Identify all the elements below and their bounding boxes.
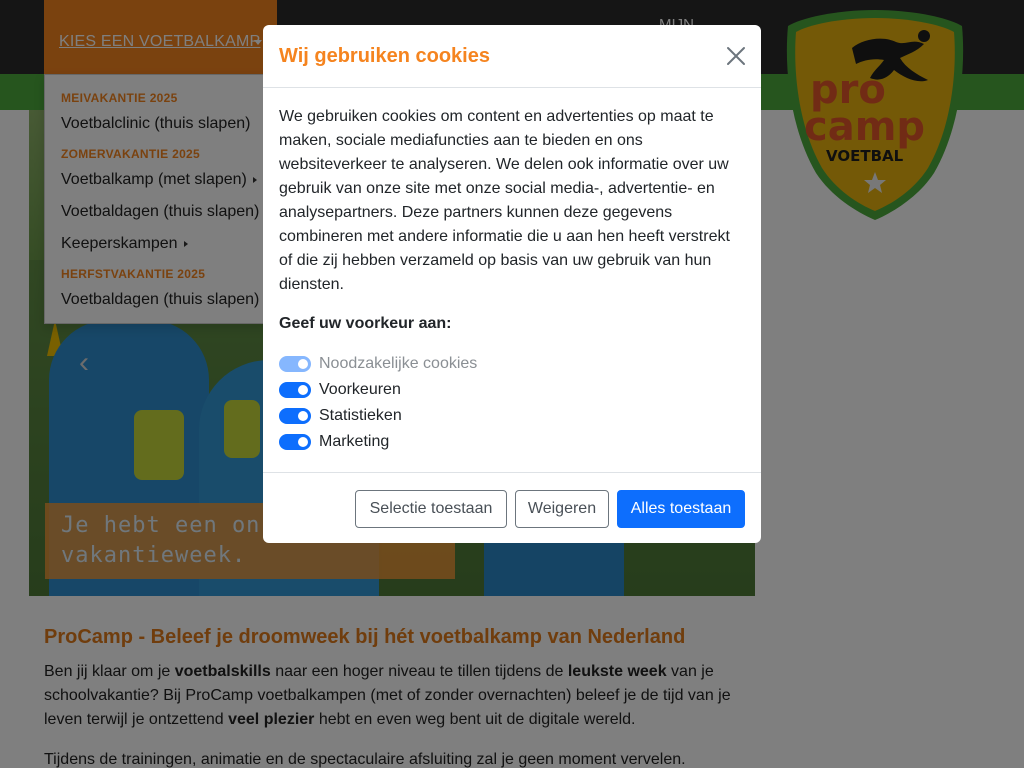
- modal-header: Wij gebruiken cookies: [263, 25, 761, 88]
- modal-body: We gebruiken cookies om content en adver…: [279, 105, 745, 450]
- accept-all-button[interactable]: Alles toestaan: [617, 490, 745, 528]
- marketing-switch[interactable]: [279, 434, 311, 450]
- voorkeuren-switch[interactable]: [279, 382, 311, 398]
- toggle-label[interactable]: Marketing: [319, 433, 389, 451]
- necessary-cookies-switch: [279, 356, 311, 372]
- modal-footer: Selectie toestaan Weigeren Alles toestaa…: [263, 472, 761, 543]
- toggle-marketing[interactable]: Marketing: [279, 432, 389, 452]
- allow-selection-button[interactable]: Selectie toestaan: [355, 490, 507, 528]
- close-icon[interactable]: [725, 45, 747, 67]
- toggle-statistieken[interactable]: Statistieken: [279, 406, 402, 426]
- statistieken-switch[interactable]: [279, 408, 311, 424]
- cookie-description: We gebruiken cookies om content en adver…: [279, 108, 730, 293]
- modal-title: Wij gebruiken cookies: [279, 45, 490, 67]
- toggle-voorkeuren[interactable]: Voorkeuren: [279, 380, 401, 400]
- cookie-consent-dialog: Wij gebruiken cookies We gebruiken cooki…: [263, 25, 761, 543]
- toggle-label[interactable]: Voorkeuren: [319, 381, 401, 399]
- preference-label: Geef uw voorkeur aan:: [279, 315, 452, 332]
- decline-button[interactable]: Weigeren: [515, 490, 609, 528]
- toggle-necessary-cookies: Noodzakelijke cookies: [279, 354, 477, 374]
- toggle-label[interactable]: Statistieken: [319, 407, 402, 425]
- toggle-label: Noodzakelijke cookies: [319, 355, 478, 372]
